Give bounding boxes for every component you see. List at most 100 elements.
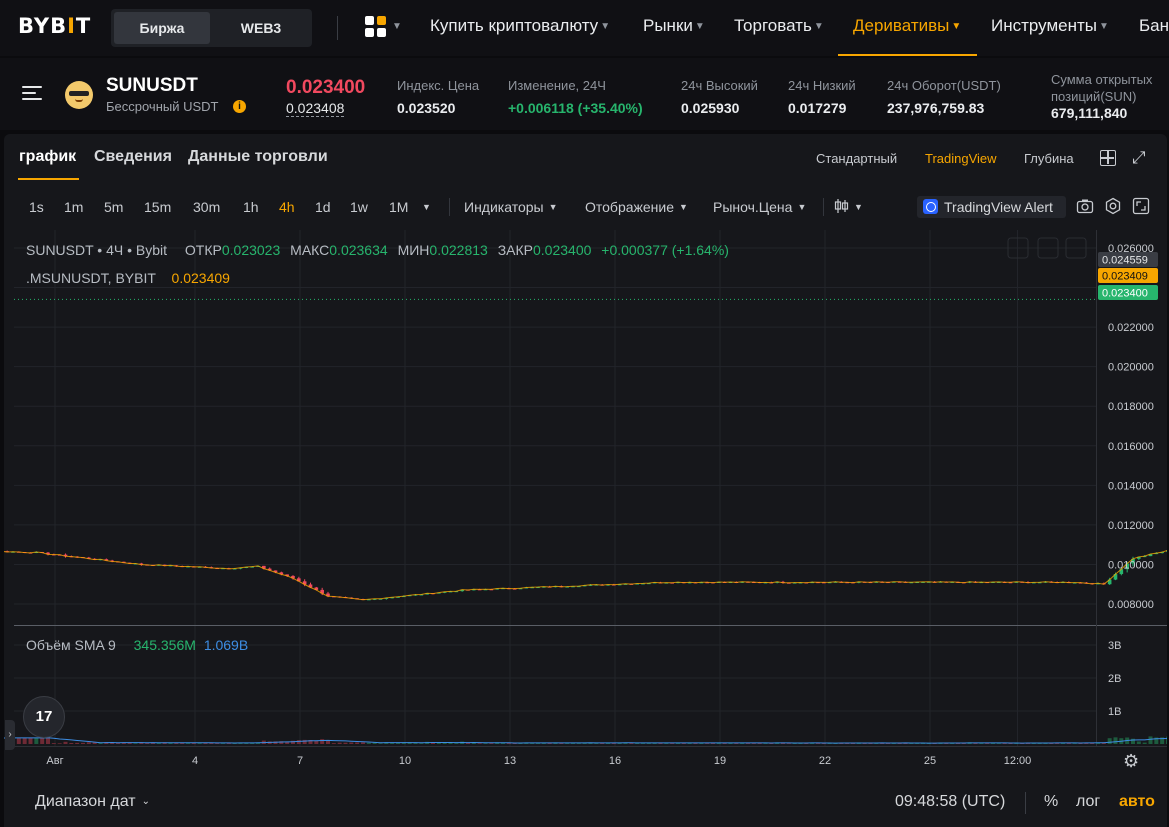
log-scale-toggle[interactable]: лог [1076, 793, 1100, 811]
display-button[interactable]: Отображение ▼ [585, 199, 688, 215]
nav-buy-crypto[interactable]: Купить криптовалюту ▼ [430, 16, 610, 36]
volume-bar [133, 743, 138, 744]
nav-trade[interactable]: Торговать ▼ [734, 16, 824, 36]
legend-title[interactable]: SUNUSDT • 4Ч • Bybit [26, 242, 167, 258]
layout-grid-icon[interactable] [1100, 150, 1116, 166]
indicators-button[interactable]: Индикаторы ▼ [464, 199, 558, 215]
turnover-24h-value: 237,976,759.83 [887, 100, 985, 116]
indicators-label: Индикаторы [464, 199, 544, 215]
view-depth[interactable]: Глубина [1024, 151, 1074, 166]
timeframe-4h[interactable]: 4h [279, 199, 295, 215]
index-price-value: 0.023520 [397, 100, 456, 116]
price-label-text: 0.023409 [1102, 271, 1148, 283]
sun-coin-icon [65, 81, 93, 109]
price-type-button[interactable]: Рыноч.Цена ▼ [713, 199, 806, 215]
price-label-text: 0.023400 [1102, 288, 1148, 300]
volume-bar [116, 743, 120, 744]
tradingview-alert-button[interactable]: TradingView Alert [917, 196, 1066, 218]
volume-bar [419, 743, 424, 744]
chart-panel: 0.026000 0.022000 0.020000 0.018000 0.016000… [4, 134, 1167, 827]
price-tick-label: 0.010000 [1108, 559, 1154, 571]
volume-bar [57, 743, 62, 744]
contract-type: Бессрочный USDT [106, 99, 219, 114]
volume-bar [1166, 736, 1167, 744]
mark-price-line [4, 550, 1167, 601]
candle-type-icon[interactable] [833, 197, 851, 215]
price-tick-label: 0.012000 [1108, 520, 1154, 532]
info-icon[interactable]: i [233, 100, 246, 113]
timeframe-1d[interactable]: 1d [315, 199, 331, 215]
chevron-down-icon[interactable]: ▼ [392, 21, 402, 32]
timeframe-30m[interactable]: 30m [193, 199, 220, 215]
nav-derivatives[interactable]: Деривативы ▼ [853, 16, 961, 36]
volume-bar [1142, 742, 1147, 744]
top-navigation: BYBIT Биржа WEB3 ▼ Купить криптовалюту ▼ … [0, 0, 1169, 56]
timeframe-1m[interactable]: 1m [64, 199, 83, 215]
price-tick-label: 0.020000 [1108, 362, 1154, 374]
auto-scale-toggle[interactable]: авто [1119, 793, 1155, 811]
low-value: 0.022813 [429, 242, 488, 258]
tab-chart[interactable]: график [19, 148, 76, 166]
axis-settings-gear-icon[interactable]: ⚙ [1123, 751, 1139, 772]
ohlc-legend: SUNUSDT • 4Ч • Bybit ОТКР0.023023 МАКС0.… [26, 242, 729, 258]
mark-price-legend: .MSUNUSDT, BYBIT 0.023409 [26, 270, 230, 286]
percent-scale-toggle[interactable]: % [1044, 793, 1058, 811]
mark-symbol[interactable]: .MSUNUSDT, BYBIT [26, 270, 156, 286]
timeframe-15m[interactable]: 15m [144, 199, 171, 215]
symbol-name[interactable]: SUNUSDT [106, 75, 198, 97]
time-tick-label: 19 [714, 755, 726, 767]
caret-down-icon: ▼ [951, 21, 962, 32]
nav-tools[interactable]: Инструменты ▼ [991, 16, 1109, 36]
camera-icon[interactable] [1076, 197, 1094, 215]
mode-web3-button[interactable]: WEB3 [213, 12, 309, 44]
timeframe-1s[interactable]: 1s [29, 199, 44, 215]
chart-toolbar: 1s 1m 5m 15m 30m 1h 4h 1d 1w 1M ▼ Индика… [4, 190, 1167, 224]
chevron-right-icon[interactable]: › [5, 720, 15, 750]
change-value: +0.000377 (+1.64%) [601, 242, 729, 258]
timeframe-1w[interactable]: 1w [350, 199, 368, 215]
tradingview-logo-icon[interactable]: 17 [23, 696, 65, 738]
price-tick-label: 0.016000 [1108, 441, 1154, 453]
volume-label[interactable]: Объём SMA 9 [26, 637, 116, 653]
nav-bank[interactable]: Бан [1139, 16, 1169, 36]
view-standard[interactable]: Стандартный [816, 151, 897, 166]
price-chart[interactable]: 0.0260000.0220000.0200000.0180000.016000… [4, 134, 1167, 784]
mode-exchange-button[interactable]: Биржа [114, 12, 210, 44]
tab-trading-data[interactable]: Данные торговли [188, 148, 328, 166]
view-tradingview[interactable]: TradingView [925, 151, 997, 166]
nav-divider [337, 16, 338, 40]
volume-bar [1107, 738, 1112, 744]
timeframe-more-caret-icon[interactable]: ▼ [422, 202, 431, 212]
nav-markets[interactable]: Рынки ▼ [643, 16, 705, 36]
volume-bar [186, 743, 190, 744]
candle-type-caret-icon[interactable]: ▼ [854, 202, 863, 212]
tab-details[interactable]: Сведения [94, 148, 172, 166]
apps-grid-icon[interactable] [365, 16, 387, 38]
volume-bar [320, 739, 325, 744]
volume-bar [34, 737, 39, 744]
utc-clock[interactable]: 09:48:58 (UTC) [895, 793, 1005, 811]
nav-item-label: Бан [1139, 16, 1169, 35]
display-label: Отображение [585, 199, 675, 215]
volume-tick-label: 3B [1108, 640, 1121, 652]
mark-price[interactable]: 0.023408 [286, 100, 345, 117]
gear-icon[interactable] [1104, 197, 1122, 215]
volume-bar [454, 743, 459, 744]
bybit-logo[interactable]: BYBIT [18, 14, 91, 38]
timeframe-5m[interactable]: 5m [104, 199, 123, 215]
fullscreen-icon[interactable] [1132, 197, 1150, 215]
hamburger-menu-icon[interactable] [22, 86, 42, 102]
caret-down-icon: ▼ [694, 21, 705, 32]
fullscreen-expand-icon[interactable]: ⤢ [1132, 148, 1146, 168]
time-tick-label: 16 [609, 755, 621, 767]
price-type-label: Рыноч.Цена [713, 199, 793, 215]
timeframe-1M[interactable]: 1M [389, 199, 408, 215]
nav-item-label: Купить криптовалюту [430, 16, 599, 35]
date-range-button[interactable]: Диапазон дат ⌄ [35, 793, 150, 811]
time-tick-label: 13 [504, 755, 516, 767]
caret-down-icon: ▼ [813, 21, 824, 32]
timeframe-1h[interactable]: 1h [243, 199, 259, 215]
open-interest-label: Сумма открытых позиций(SUN) [1051, 72, 1153, 104]
change-24h-label: Изменение, 24Ч [508, 78, 606, 93]
volume-bar [22, 737, 27, 744]
